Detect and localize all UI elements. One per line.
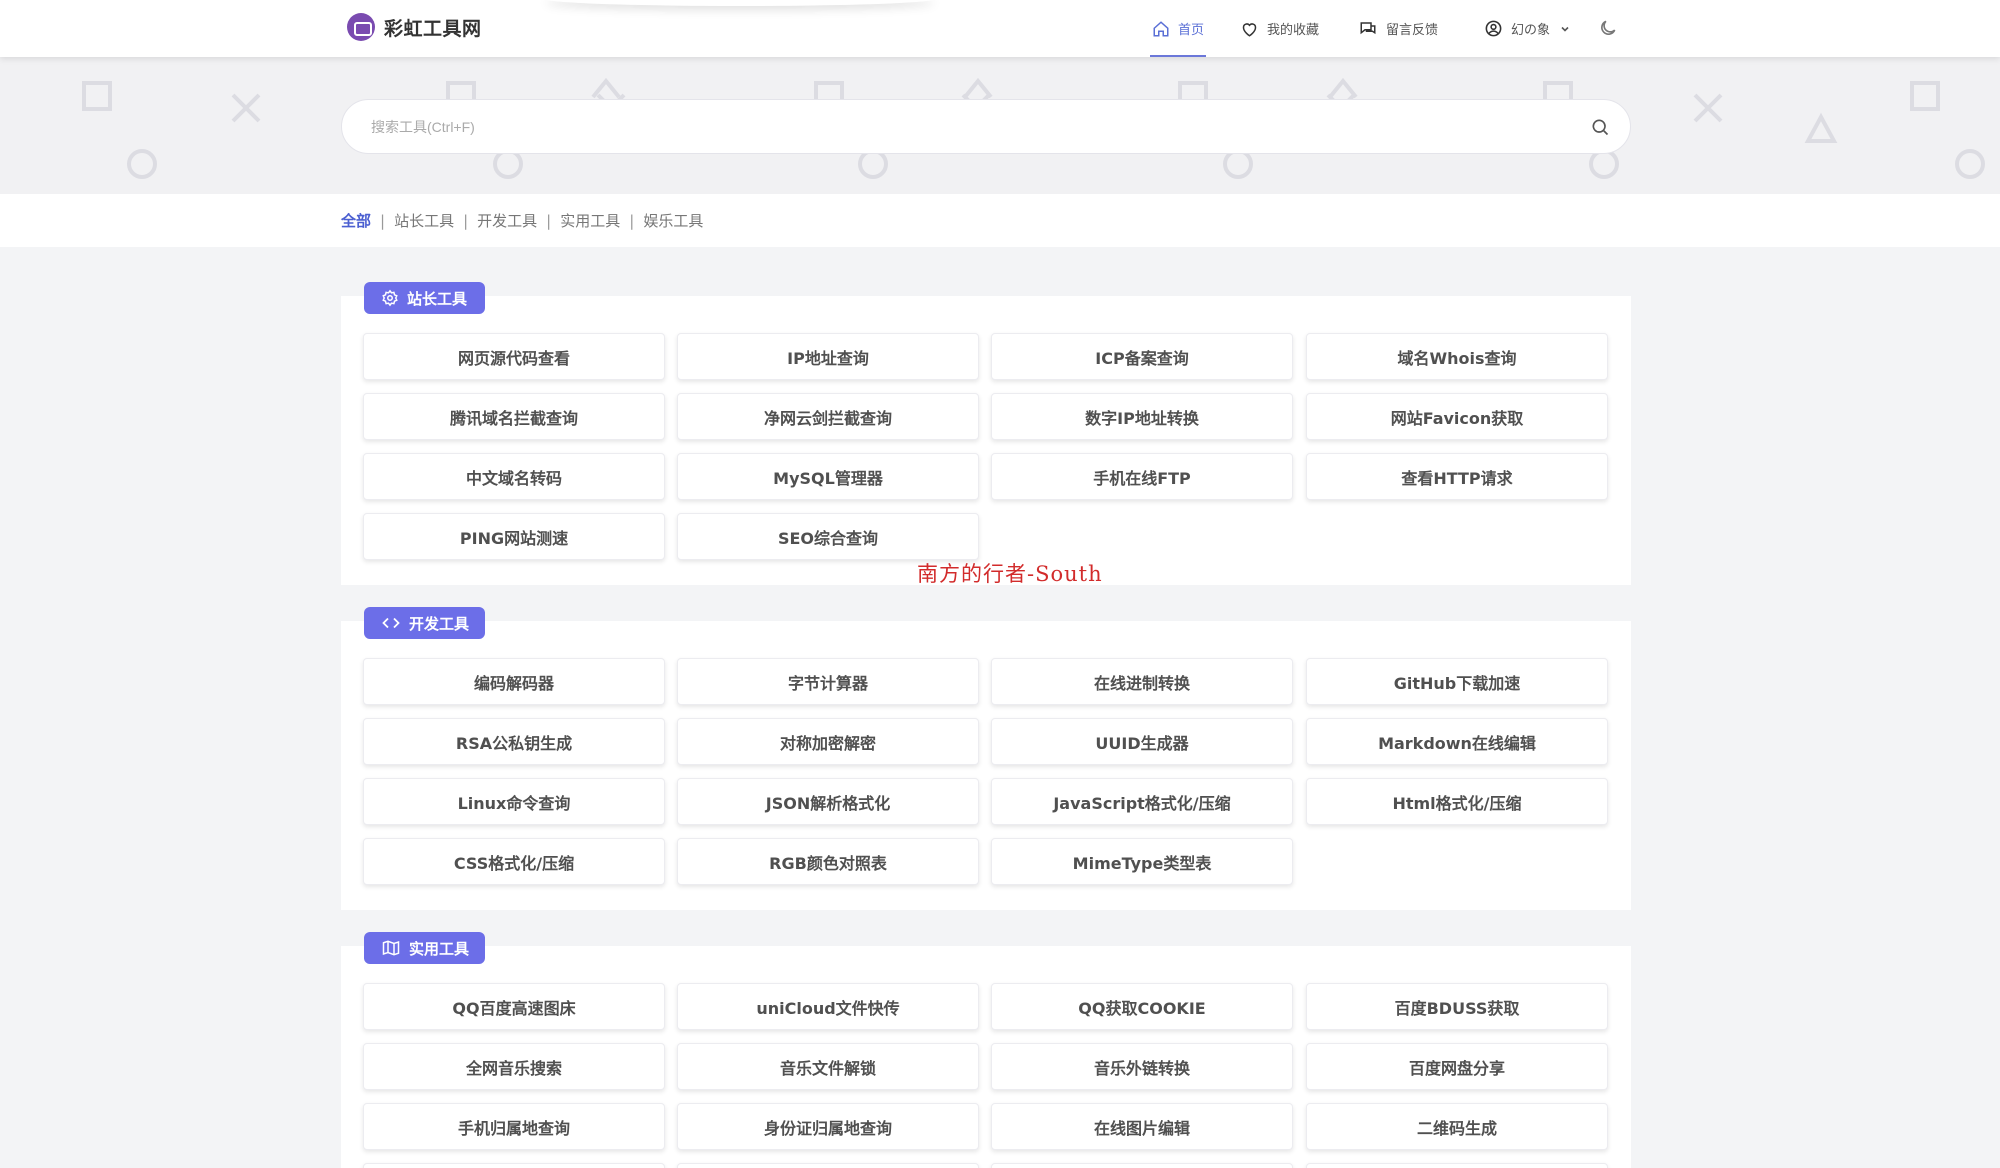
top-header: 彩虹工具网 首页 我的收藏 留言反馈 幻の象 [0,0,2000,57]
category-dev[interactable]: 开发工具 [477,210,537,231]
tool-item[interactable]: ICP备案查询 [991,333,1293,380]
tool-item[interactable]: 编码解码器 [363,658,665,705]
nav-home-label: 首页 [1178,23,1205,38]
tool-item[interactable]: Html格式化/压缩 [1306,778,1608,825]
tool-item[interactable]: 百度BDUSS获取 [1306,983,1608,1030]
tool-item[interactable]: 音乐文件解锁 [677,1043,979,1090]
tool-item[interactable]: 腾讯域名拦截查询 [363,393,665,440]
code-icon [382,617,400,629]
search-icon [1592,119,1609,135]
section-title-webmaster: 站长工具 [364,282,485,314]
section-title-label: 实用工具 [409,939,470,958]
tool-item[interactable]: QQ百度高速图床 [363,983,665,1030]
tool-item[interactable]: RGB颜色对照表 [677,838,979,885]
tool-item-partial[interactable] [677,1163,979,1168]
tool-item[interactable]: 净网云剑拦截查询 [677,393,979,440]
tool-item[interactable]: JSON解析格式化 [677,778,979,825]
user-menu[interactable]: 幻の象 [1484,0,1570,57]
tool-item[interactable]: 音乐外链转换 [991,1043,1293,1090]
tool-item-partial[interactable] [363,1163,665,1168]
tool-item[interactable]: 中文域名转码 [363,453,665,500]
category-utility[interactable]: 实用工具 [560,210,620,231]
tool-item[interactable]: 身份证归属地查询 [677,1103,979,1150]
nav-feedback-label: 留言反馈 [1386,23,1439,38]
nav-favorites[interactable]: 我的收藏 [1240,0,1319,57]
tool-item[interactable]: 二维码生成 [1306,1103,1608,1150]
tool-item[interactable]: 百度网盘分享 [1306,1043,1608,1090]
section-dev: 编码解码器 字节计算器 在线进制转换 GitHub下载加速 RSA公私钥生成 对… [341,621,1631,910]
tool-item[interactable]: PING网站测速 [363,513,665,560]
section-utility: QQ百度高速图床 uniCloud文件快传 QQ获取COOKIE 百度BDUSS… [341,946,1631,1168]
tool-item[interactable]: 网站Favicon获取 [1306,393,1608,440]
site-logo[interactable]: 彩虹工具网 [347,13,482,41]
tool-item-partial[interactable] [991,1163,1293,1168]
tool-item[interactable]: uniCloud文件快传 [677,983,979,1030]
tool-item[interactable]: 手机归属地查询 [363,1103,665,1150]
heart-icon [1242,22,1257,37]
nav-feedback[interactable]: 留言反馈 [1358,0,1438,57]
divider: | [629,211,635,230]
section-title-label: 开发工具 [409,614,470,633]
divider: | [380,211,386,230]
tool-item[interactable]: 域名Whois查询 [1306,333,1608,380]
search-button[interactable] [1570,99,1630,154]
tool-item[interactable]: 数字IP地址转换 [991,393,1293,440]
tool-item[interactable]: SEO综合查询 [677,513,979,560]
tool-item[interactable]: Markdown在线编辑 [1306,718,1608,765]
tool-item[interactable]: JavaScript格式化/压缩 [991,778,1293,825]
tool-item[interactable]: UUID生成器 [991,718,1293,765]
tool-item[interactable]: RSA公私钥生成 [363,718,665,765]
divider: | [546,211,552,230]
home-icon [1153,20,1169,36]
tool-item[interactable]: 网页源代码查看 [363,333,665,380]
watermark-text: 南方的行者-South [917,562,1103,586]
section-webmaster: 网页源代码查看 IP地址查询 ICP备案查询 域名Whois查询 腾讯域名拦截查… [341,296,1631,585]
logo-icon [347,13,375,41]
tool-item[interactable]: 查看HTTP请求 [1306,453,1608,500]
tool-item[interactable]: GitHub下载加速 [1306,658,1608,705]
user-name: 幻の象 [1511,23,1551,38]
tool-item[interactable]: QQ获取COOKIE [991,983,1293,1030]
tool-item[interactable]: IP地址查询 [677,333,979,380]
tool-item[interactable]: 在线图片编辑 [991,1103,1293,1150]
header-shadow-decoration [545,0,935,6]
tool-item-partial[interactable] [1306,1163,1608,1168]
gear-icon [382,289,398,307]
search-input[interactable] [371,118,1570,135]
section-title-label: 站长工具 [407,289,468,308]
tool-item[interactable]: CSS格式化/压缩 [363,838,665,885]
category-webmaster[interactable]: 站长工具 [394,210,454,231]
tool-item[interactable]: 在线进制转换 [991,658,1293,705]
section-title-dev: 开发工具 [364,607,485,639]
tool-item[interactable]: MimeType类型表 [991,838,1293,885]
chat-icon [1360,21,1376,34]
category-bar: 全部 | 站长工具 | 开发工具 | 实用工具 | 娱乐工具 [0,194,2000,247]
tool-item[interactable]: 全网音乐搜索 [363,1043,665,1090]
search-box [341,99,1631,154]
tool-item[interactable]: Linux命令查询 [363,778,665,825]
tool-item[interactable]: 对称加密解密 [677,718,979,765]
chevron-down-icon [1561,26,1569,32]
logo-text: 彩虹工具网 [384,17,482,40]
tool-item[interactable]: MySQL管理器 [677,453,979,500]
nav-favorites-label: 我的收藏 [1267,23,1320,38]
section-title-utility: 实用工具 [364,932,485,964]
tool-item[interactable]: 手机在线FTP [991,453,1293,500]
tool-item[interactable]: 字节计算器 [677,658,979,705]
map-icon [382,940,400,956]
category-filter: 全部 | 站长工具 | 开发工具 | 实用工具 | 娱乐工具 [341,194,703,247]
divider: | [463,211,469,230]
category-entertainment[interactable]: 娱乐工具 [643,210,703,231]
dark-mode-toggle-icon[interactable] [1598,18,1618,38]
user-icon [1485,20,1502,37]
nav-home[interactable]: 首页 [1149,0,1207,57]
category-all[interactable]: 全部 [341,210,371,231]
